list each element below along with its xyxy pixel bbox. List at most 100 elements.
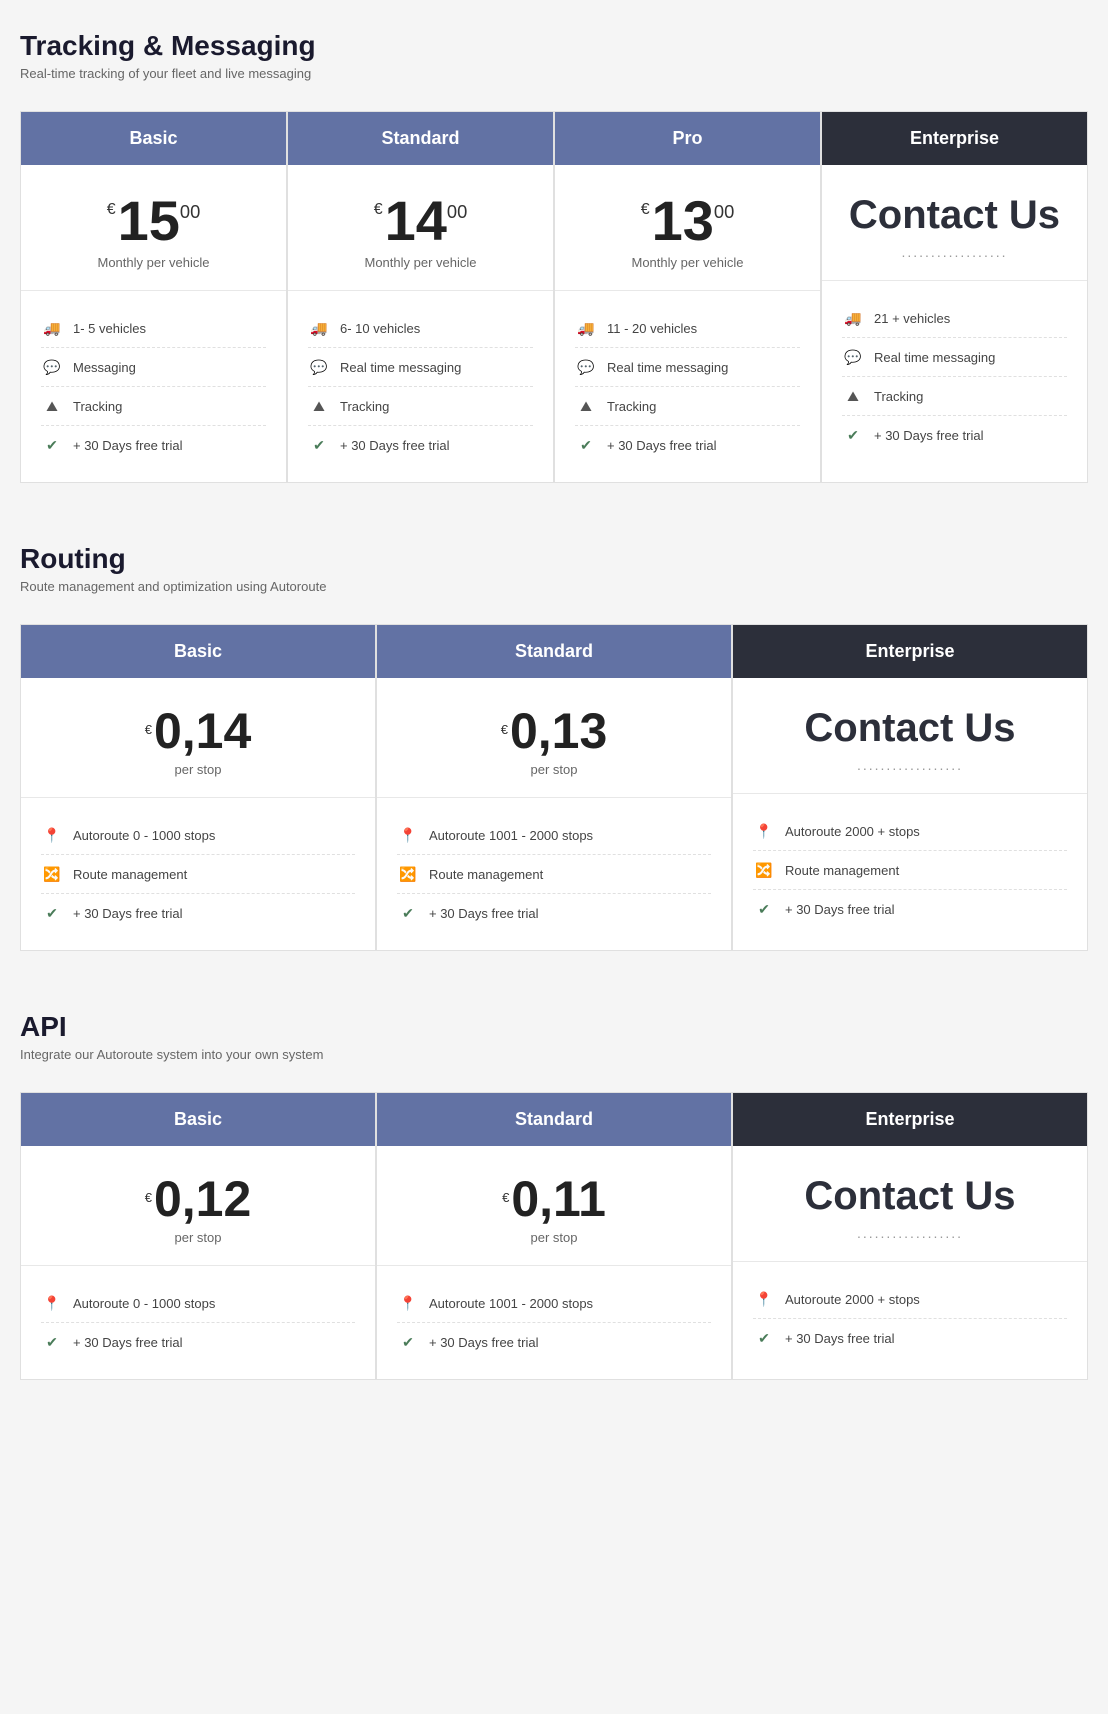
mountain-icon: ⛰ <box>575 395 597 417</box>
tracking-pro-messaging-text: Real time messaging <box>607 360 728 375</box>
api-basic-feature-trial: ✔ + 30 Days free trial <box>41 1323 355 1361</box>
api-basic-price-label: per stop <box>41 1230 355 1245</box>
routing-enterprise-contact-text: Contact Us <box>753 706 1067 751</box>
tracking-enterprise-feature-tracking: ⛰ Tracking <box>842 377 1067 416</box>
tracking-pro-price-main: 13 <box>652 193 714 249</box>
tracking-basic-tracking-text: Tracking <box>73 399 122 414</box>
mountain-icon: ⛰ <box>41 395 63 417</box>
tracking-pro-price-label: Monthly per vehicle <box>575 255 800 270</box>
routing-standard-features: 📍 Autoroute 1001 - 2000 stops 🔀 Route ma… <box>377 798 731 950</box>
pin-icon: 📍 <box>41 824 63 846</box>
tracking-basic-feature-tracking: ⛰ Tracking <box>41 387 266 426</box>
api-enterprise-features: 📍 Autoroute 2000 + stops ✔ + 30 Days fre… <box>733 1262 1087 1379</box>
check-icon: ✔ <box>41 902 63 924</box>
tracking-pro-name: Pro <box>672 128 702 148</box>
routing-basic-stops-text: Autoroute 0 - 1000 stops <box>73 828 215 843</box>
pin-icon: 📍 <box>397 824 419 846</box>
truck-icon: 🚚 <box>842 307 864 329</box>
tracking-pro-feature-messaging: 💬 Real time messaging <box>575 348 800 387</box>
tracking-standard-currency: € <box>374 201 383 219</box>
tracking-basic-price-label: Monthly per vehicle <box>41 255 266 270</box>
tracking-basic-feature-vehicles: 🚚 1- 5 vehicles <box>41 309 266 348</box>
api-standard-price-big: € 0,11 <box>397 1174 711 1224</box>
tracking-standard-price-big: € 14 00 <box>308 193 533 249</box>
api-standard-currency: € <box>502 1190 509 1205</box>
tracking-enterprise-features: 🚚 21 + vehicles 💬 Real time messaging ⛰ … <box>822 281 1087 482</box>
api-enterprise-feature-stops: 📍 Autoroute 2000 + stops <box>753 1280 1067 1319</box>
tracking-enterprise-contact-text: Contact Us <box>842 193 1067 238</box>
api-standard-price-main: 0,11 <box>511 1174 606 1224</box>
routing-standard-currency: € <box>501 722 508 737</box>
api-enterprise-name: Enterprise <box>865 1109 954 1129</box>
chat-icon: 💬 <box>308 356 330 378</box>
routing-basic-name: Basic <box>174 641 222 661</box>
check-icon: ✔ <box>575 434 597 456</box>
tracking-enterprise-feature-messaging: 💬 Real time messaging <box>842 338 1067 377</box>
tracking-title: Tracking & Messaging <box>20 30 1088 62</box>
routing-basic-trial-text: + 30 Days free trial <box>73 906 182 921</box>
tracking-pro-price-big: € 13 00 <box>575 193 800 249</box>
api-basic-features: 📍 Autoroute 0 - 1000 stops ✔ + 30 Days f… <box>21 1266 375 1379</box>
routing-standard-price-main: 0,13 <box>510 706 607 756</box>
tracking-basic-messaging-text: Messaging <box>73 360 136 375</box>
pin-icon: 📍 <box>397 1292 419 1314</box>
routing-enterprise-feature-stops: 📍 Autoroute 2000 + stops <box>753 812 1067 851</box>
routing-subtitle: Route management and optimization using … <box>20 579 1088 594</box>
tracking-standard-features: 🚚 6- 10 vehicles 💬 Real time messaging ⛰… <box>288 291 553 482</box>
mountain-icon: ⛰ <box>842 385 864 407</box>
tracking-pro-feature-vehicles: 🚚 11 - 20 vehicles <box>575 309 800 348</box>
api-basic-currency: € <box>145 1190 152 1205</box>
routing-basic-currency: € <box>145 722 152 737</box>
routing-standard-route-text: Route management <box>429 867 543 882</box>
tracking-pro-header: Pro <box>555 112 820 165</box>
routing-standard-price-big: € 0,13 <box>397 706 711 756</box>
pin-icon: 📍 <box>753 1288 775 1310</box>
routing-basic-card: Basic € 0,14 per stop 📍 Autoroute 0 - 10… <box>20 624 376 951</box>
tracking-pro-feature-trial: ✔ + 30 Days free trial <box>575 426 800 464</box>
api-enterprise-card: Enterprise Contact Us ..................… <box>732 1092 1088 1380</box>
tracking-pro-price-decimal: 00 <box>714 201 734 232</box>
tracking-standard-card: Standard € 14 00 Monthly per vehicle 🚚 6… <box>287 111 554 483</box>
tracking-pro-currency: € <box>641 201 650 219</box>
routing-enterprise-header: Enterprise <box>733 625 1087 678</box>
api-enterprise-price-area: Contact Us .................. <box>733 1146 1087 1262</box>
routing-enterprise-trial-text: + 30 Days free trial <box>785 902 894 917</box>
tracking-standard-price-label: Monthly per vehicle <box>308 255 533 270</box>
routing-enterprise-features: 📍 Autoroute 2000 + stops 🔀 Route managem… <box>733 794 1087 950</box>
tracking-standard-feature-tracking: ⛰ Tracking <box>308 387 533 426</box>
check-icon: ✔ <box>397 1331 419 1353</box>
check-icon: ✔ <box>753 898 775 920</box>
routing-enterprise-feature-trial: ✔ + 30 Days free trial <box>753 890 1067 928</box>
routing-basic-header: Basic <box>21 625 375 678</box>
api-title: API <box>20 1011 1088 1043</box>
tracking-basic-currency: € <box>107 201 116 219</box>
tracking-standard-price-decimal: 00 <box>447 201 467 232</box>
api-standard-features: 📍 Autoroute 1001 - 2000 stops ✔ + 30 Day… <box>377 1266 731 1379</box>
routing-standard-card: Standard € 0,13 per stop 📍 Autoroute 100… <box>376 624 732 951</box>
tracking-standard-header: Standard <box>288 112 553 165</box>
routing-standard-price-label: per stop <box>397 762 711 777</box>
tracking-enterprise-feature-trial: ✔ + 30 Days free trial <box>842 416 1067 454</box>
routing-standard-trial-text: + 30 Days free trial <box>429 906 538 921</box>
routing-enterprise-name: Enterprise <box>865 641 954 661</box>
tracking-enterprise-header: Enterprise <box>822 112 1087 165</box>
api-section: API Integrate our Autoroute system into … <box>20 1011 1088 1380</box>
api-basic-header: Basic <box>21 1093 375 1146</box>
check-icon: ✔ <box>753 1327 775 1349</box>
tracking-basic-price-big: € 15 00 <box>41 193 266 249</box>
tracking-standard-feature-vehicles: 🚚 6- 10 vehicles <box>308 309 533 348</box>
route-icon: 🔀 <box>41 863 63 885</box>
tracking-enterprise-contact-dots: .................. <box>842 244 1067 260</box>
tracking-basic-price-area: € 15 00 Monthly per vehicle <box>21 165 286 291</box>
api-enterprise-contact-dots: .................. <box>753 1225 1067 1241</box>
chat-icon: 💬 <box>575 356 597 378</box>
truck-icon: 🚚 <box>575 317 597 339</box>
routing-standard-feature-route: 🔀 Route management <box>397 855 711 894</box>
api-standard-header: Standard <box>377 1093 731 1146</box>
tracking-standard-tracking-text: Tracking <box>340 399 389 414</box>
mountain-icon: ⛰ <box>308 395 330 417</box>
api-plans-grid: Basic € 0,12 per stop 📍 Autoroute 0 - 10… <box>20 1092 1088 1380</box>
routing-standard-stops-text: Autoroute 1001 - 2000 stops <box>429 828 593 843</box>
tracking-basic-price-main: 15 <box>118 193 180 249</box>
tracking-pro-feature-tracking: ⛰ Tracking <box>575 387 800 426</box>
